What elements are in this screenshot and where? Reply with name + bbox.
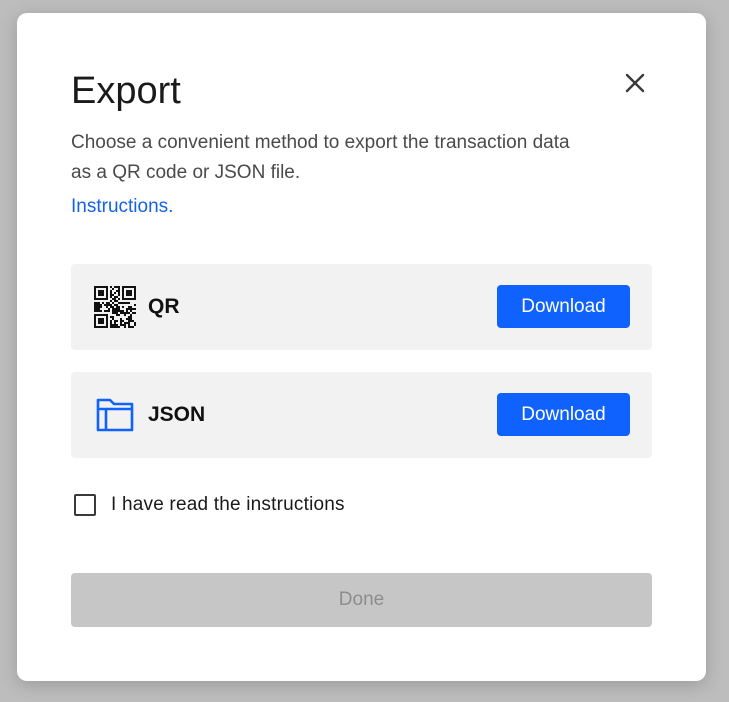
export-option-json: JSON Download <box>71 372 652 458</box>
checkbox-label: I have read the instructions <box>111 494 345 515</box>
close-button[interactable] <box>619 67 651 99</box>
download-qr-button[interactable]: Download <box>497 285 630 328</box>
close-icon <box>625 73 645 93</box>
qr-code-icon <box>93 285 137 329</box>
instructions-checkbox-row[interactable]: I have read the instructions <box>74 491 345 519</box>
export-dialog: Export Choose a convenient method to exp… <box>17 13 706 681</box>
folder-icon <box>93 393 137 437</box>
dialog-title: Export <box>71 70 181 112</box>
option-label-qr: QR <box>148 295 180 318</box>
instructions-link[interactable]: Instructions. <box>71 194 173 220</box>
done-button: Done <box>71 573 652 627</box>
instructions-checkbox[interactable] <box>74 494 96 516</box>
dialog-description: Choose a convenient method to export the… <box>71 132 570 183</box>
export-option-qr: QR Download <box>71 264 652 350</box>
download-json-button[interactable]: Download <box>497 393 630 436</box>
option-label-json: JSON <box>148 403 206 426</box>
